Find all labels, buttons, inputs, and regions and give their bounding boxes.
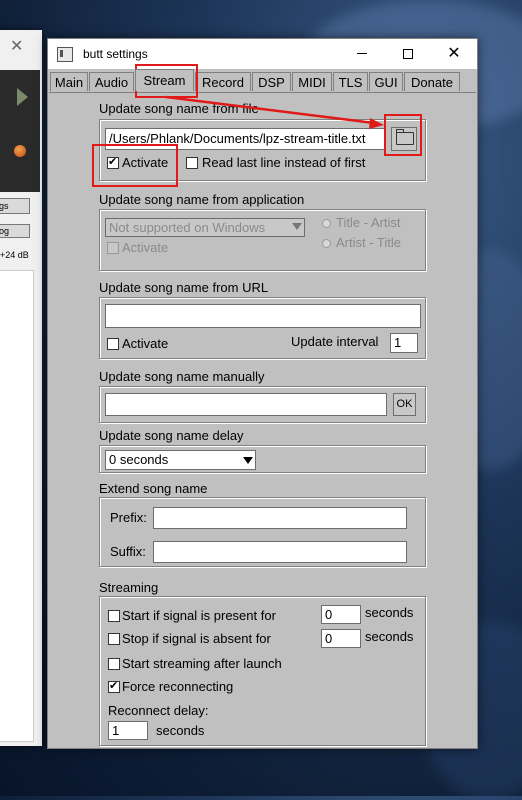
read-last-line-checkbox[interactable]	[186, 157, 198, 169]
song-manual-input[interactable]	[105, 393, 387, 416]
background-panel	[0, 270, 34, 742]
radio-artist-title	[322, 239, 331, 248]
tab-audio[interactable]: Audio	[89, 72, 134, 91]
song-url-title: Update song name from URL	[99, 280, 269, 295]
start-signal-label: Start if signal is present for	[122, 608, 276, 623]
update-interval-label: Update interval	[291, 334, 379, 349]
song-url-activate-label: Activate	[122, 336, 169, 351]
song-url-group: Activate Update interval 1	[99, 297, 426, 359]
streaming-group: Start if signal is present for 0 seconds…	[99, 596, 426, 746]
suffix-input[interactable]	[153, 541, 407, 563]
song-delay-title: Update song name delay	[99, 428, 244, 443]
app-select-value: Not supported on Windows	[109, 220, 266, 235]
settings-button-partial[interactable]: gs	[0, 198, 30, 214]
tab-gui[interactable]: GUI	[369, 72, 403, 91]
start-after-launch-label: Start streaming after launch	[122, 656, 282, 671]
stop-signal-input[interactable]: 0	[321, 629, 361, 648]
reconnect-delay-input[interactable]: 1	[108, 721, 148, 740]
suffix-label: Suffix:	[110, 544, 146, 559]
start-signal-seconds-label: seconds	[365, 605, 414, 620]
song-file-title: Update song name from file	[99, 101, 259, 116]
song-manual-group: OK	[99, 386, 426, 423]
maximize-button[interactable]	[385, 39, 431, 69]
record-led-icon	[14, 145, 26, 157]
chevron-down-icon	[243, 457, 253, 464]
minimize-button[interactable]	[339, 39, 385, 69]
app-select: Not supported on Windows	[105, 218, 305, 237]
app-icon	[57, 47, 73, 62]
extend-group: Prefix: Suffix:	[99, 497, 426, 567]
tab-stream[interactable]: Stream	[135, 69, 194, 91]
annotation-box-activate	[92, 144, 178, 187]
tab-main[interactable]: Main	[50, 72, 88, 91]
db-label: +24 dB	[0, 250, 29, 260]
reconnect-delay-label: Reconnect delay:	[108, 703, 209, 718]
song-app-activate-label: Activate	[122, 240, 169, 255]
tab-bar: Main Audio Stream Record DSP MIDI TLS GU…	[48, 69, 477, 92]
song-app-group: Not supported on Windows Title - Artist …	[99, 209, 426, 271]
song-manual-title: Update song name manually	[99, 369, 265, 384]
chevron-down-icon	[292, 223, 302, 230]
song-delay-group: 0 seconds	[99, 445, 426, 473]
song-delay-select[interactable]: 0 seconds	[105, 450, 256, 470]
close-icon: ✕	[447, 45, 461, 62]
prefix-input[interactable]	[153, 507, 407, 529]
tab-midi[interactable]: MIDI	[292, 72, 332, 91]
radio-title-artist-label: Title - Artist	[336, 215, 401, 230]
title-bar[interactable]: butt settings ✕	[48, 39, 477, 69]
stop-signal-checkbox[interactable]	[108, 633, 120, 645]
tab-donate[interactable]: Donate	[404, 72, 460, 91]
start-signal-input[interactable]: 0	[321, 605, 361, 624]
start-signal-checkbox[interactable]	[108, 610, 120, 622]
stream-tab-content: Update song name from file /Users/Phlank…	[49, 92, 476, 748]
force-reconnect-checkbox[interactable]	[108, 679, 120, 693]
minimize-icon	[357, 53, 367, 55]
ok-button[interactable]: OK	[393, 393, 416, 416]
window-title: butt settings	[83, 47, 148, 61]
streaming-title: Streaming	[99, 580, 159, 595]
annotation-box-browse	[384, 114, 422, 156]
song-app-activate-checkbox	[107, 242, 119, 254]
close-icon[interactable]: ✕	[10, 36, 23, 56]
play-icon[interactable]	[17, 88, 28, 106]
song-url-activate-checkbox[interactable]	[107, 338, 119, 350]
maximize-icon	[403, 48, 413, 59]
tab-dsp[interactable]: DSP	[252, 72, 291, 91]
read-last-line-label: Read last line instead of first	[202, 155, 366, 170]
extend-title: Extend song name	[99, 481, 208, 496]
stop-signal-seconds-label: seconds	[365, 629, 414, 644]
log-button-partial[interactable]: og	[0, 224, 30, 238]
song-delay-value: 0 seconds	[109, 452, 169, 467]
radio-artist-title-label: Artist - Title	[336, 235, 402, 250]
close-button[interactable]: ✕	[431, 39, 477, 69]
update-interval-input[interactable]: 1	[390, 333, 418, 353]
start-after-launch-checkbox[interactable]	[108, 658, 120, 670]
song-app-title: Update song name from application	[99, 192, 305, 207]
tab-tls[interactable]: TLS	[333, 72, 368, 91]
reconnect-delay-seconds-label: seconds	[156, 723, 205, 738]
tab-record[interactable]: Record	[195, 72, 251, 91]
background-main-window: ✕ gs og +24 dB	[0, 30, 42, 746]
force-reconnect-label: Force reconnecting	[122, 679, 234, 694]
song-url-input[interactable]	[105, 304, 421, 328]
vu-meter	[0, 70, 40, 192]
radio-title-artist	[322, 219, 331, 228]
stop-signal-label: Stop if signal is absent for	[122, 631, 271, 646]
prefix-label: Prefix:	[110, 510, 147, 525]
